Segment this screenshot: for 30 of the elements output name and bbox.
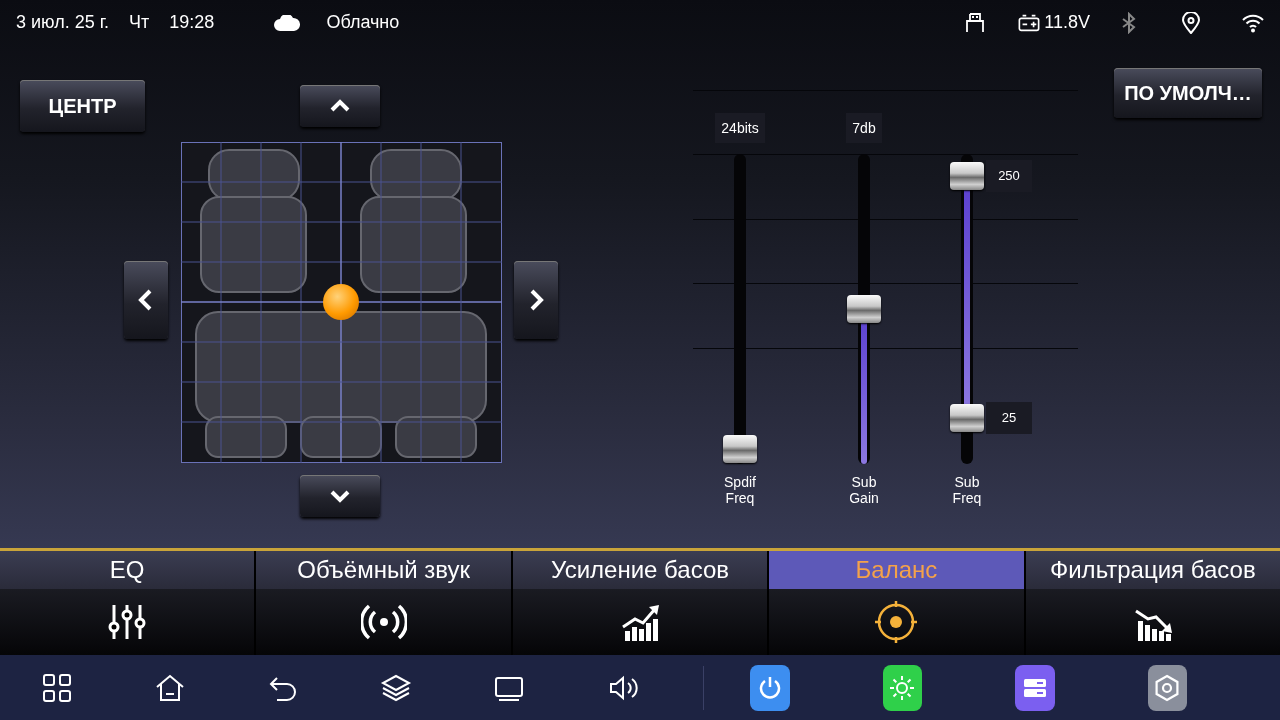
move-up-button[interactable] xyxy=(300,85,380,127)
power-button[interactable] xyxy=(750,664,790,711)
slider-reading: 24bits xyxy=(715,113,765,143)
voltage-reading: 11.8V xyxy=(1044,12,1090,33)
slider-thumb[interactable] xyxy=(950,403,984,432)
slider-value: 25 xyxy=(986,401,1032,434)
location-pin-icon xyxy=(1180,11,1202,34)
settings-button[interactable] xyxy=(1147,664,1187,711)
slider-reading: 7db xyxy=(846,113,882,143)
center-button[interactable]: ЦЕНТР xyxy=(20,80,145,132)
target-icon xyxy=(873,599,920,645)
move-left-button[interactable] xyxy=(124,261,168,339)
storage-button[interactable] xyxy=(1015,664,1055,711)
date: 3 июл. 25 г. xyxy=(16,12,110,33)
weather-text: Облачно xyxy=(326,12,400,33)
default-button[interactable]: ПО УМОЛЧ… xyxy=(1114,68,1262,118)
cloud-icon xyxy=(274,14,301,31)
slider-thumb[interactable] xyxy=(847,295,881,323)
move-down-button[interactable] xyxy=(300,475,380,517)
slider-label: Sub Gain xyxy=(849,474,879,506)
slider-thumb[interactable] xyxy=(950,161,984,190)
weekday: Чт xyxy=(129,12,150,33)
slider-label: Sub Freq xyxy=(952,474,982,506)
slider-label: Spdif Freq xyxy=(724,474,756,506)
slider-thumb[interactable] xyxy=(723,434,757,463)
slider-value: 250 xyxy=(986,159,1032,192)
usb-icon xyxy=(964,11,987,34)
move-right-button[interactable] xyxy=(514,261,558,339)
clock: 19:28 xyxy=(169,12,215,33)
brightness-button[interactable] xyxy=(882,664,923,711)
